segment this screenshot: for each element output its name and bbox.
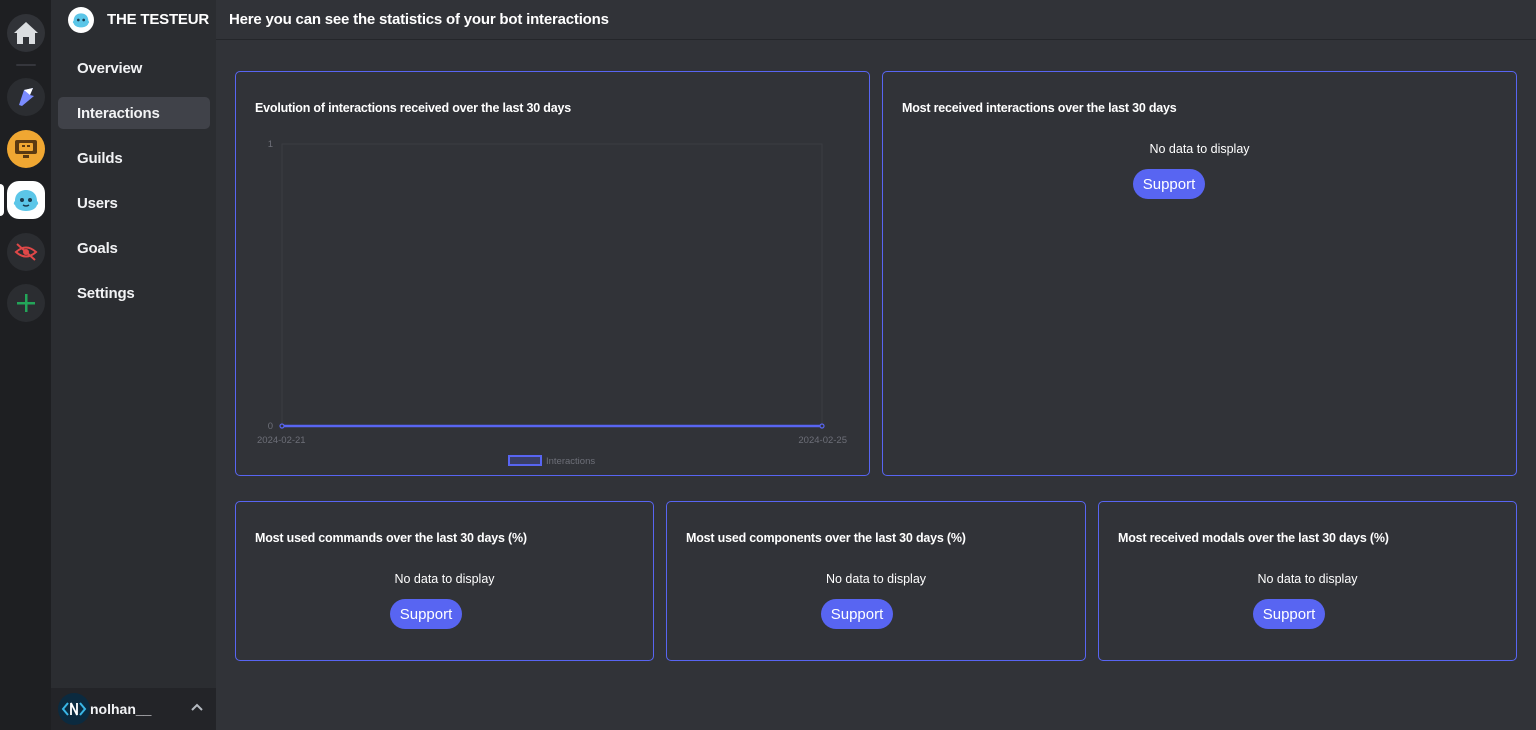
active-server-indicator bbox=[0, 184, 4, 216]
rail-separator bbox=[16, 64, 36, 66]
bot-avatar bbox=[68, 7, 94, 33]
most-received-title: Most received interactions over the last… bbox=[902, 101, 1177, 115]
no-data-text: No data to display bbox=[1257, 572, 1358, 586]
support-button[interactable]: Support bbox=[1133, 169, 1205, 199]
hidden-eye-server-icon[interactable] bbox=[7, 233, 45, 271]
nav-item-overview[interactable]: Overview bbox=[58, 52, 210, 84]
support-button[interactable]: Support bbox=[1253, 599, 1325, 629]
no-data-text: No data to display bbox=[1149, 142, 1250, 156]
user-avatar bbox=[58, 693, 90, 725]
y-tick-label: 1 bbox=[268, 139, 273, 150]
page-header: Here you can see the statistics of your … bbox=[216, 0, 1536, 40]
data-point bbox=[819, 423, 825, 429]
bot-header: THE TESTEUR bbox=[51, 0, 216, 40]
no-data-text: No data to display bbox=[825, 572, 927, 586]
data-point bbox=[279, 423, 285, 429]
sidebar: THE TESTEUR Overview Interactions Guilds… bbox=[51, 0, 216, 730]
home-icon[interactable] bbox=[7, 14, 45, 52]
page-title: Here you can see the statistics of your … bbox=[229, 11, 609, 28]
user-bar[interactable]: nolhan__ bbox=[51, 688, 216, 730]
nav-item-users[interactable]: Users bbox=[58, 187, 210, 219]
chevron-up-icon[interactable] bbox=[190, 701, 204, 715]
nav-item-interactions[interactable]: Interactions bbox=[58, 97, 210, 129]
nav-item-settings[interactable]: Settings bbox=[58, 277, 210, 309]
nav-item-guilds[interactable]: Guilds bbox=[58, 142, 210, 174]
no-data-text: No data to display bbox=[394, 572, 495, 586]
plot-area bbox=[281, 143, 823, 427]
y-tick-label: 0 bbox=[268, 421, 273, 432]
monitor-bot-server-icon[interactable] bbox=[7, 130, 45, 168]
x-tick-label: 2024-02-25 bbox=[798, 435, 847, 446]
nav-item-goals[interactable]: Goals bbox=[58, 232, 210, 264]
user-name: nolhan__ bbox=[90, 701, 152, 717]
modals-title: Most received modals over the last 30 da… bbox=[1118, 531, 1389, 545]
legend-swatch bbox=[508, 455, 542, 466]
testeur-bot-server-icon[interactable] bbox=[7, 181, 45, 219]
bot-server-icon[interactable] bbox=[7, 78, 45, 116]
support-button[interactable]: Support bbox=[821, 599, 893, 629]
support-button[interactable]: Support bbox=[390, 599, 462, 629]
most-received-card: Most received interactions over the last… bbox=[882, 71, 1517, 476]
commands-card: Most used commands over the last 30 days… bbox=[235, 501, 654, 661]
components-card: Most used components over the last 30 da… bbox=[666, 501, 1086, 661]
evolution-chart: 0 1 2024-02-21 2024-02-25 Interactions bbox=[257, 139, 847, 467]
evolution-chart-card: Evolution of interactions received over … bbox=[235, 71, 870, 476]
components-title: Most used components over the last 30 da… bbox=[686, 531, 966, 545]
x-tick-label: 2024-02-21 bbox=[257, 435, 306, 446]
bot-name: THE TESTEUR bbox=[107, 11, 209, 28]
server-rail bbox=[0, 0, 51, 730]
legend-label: Interactions bbox=[546, 456, 595, 467]
commands-title: Most used commands over the last 30 days… bbox=[255, 531, 527, 545]
add-server-icon[interactable] bbox=[7, 284, 45, 322]
modals-card: Most received modals over the last 30 da… bbox=[1098, 501, 1517, 661]
